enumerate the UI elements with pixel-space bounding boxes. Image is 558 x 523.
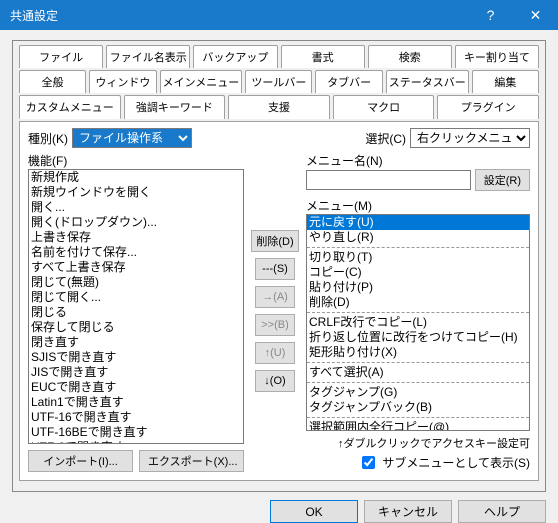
tab-ウィンドウ[interactable]: ウィンドウ bbox=[89, 70, 156, 93]
list-item[interactable]: 閉じて(無題) bbox=[29, 275, 243, 290]
up-button[interactable]: ↑(U) bbox=[255, 342, 295, 364]
tabs-row-2: 全般ウィンドウメインメニューツールバータブバーステータスバー編集 bbox=[19, 70, 539, 93]
list-item[interactable]: タグジャンプバック(B) bbox=[307, 400, 529, 415]
list-item[interactable]: 元に戻す(U) bbox=[307, 215, 529, 230]
list-item[interactable]: 保存して閉じる bbox=[29, 320, 243, 335]
menu-separator[interactable] bbox=[307, 247, 529, 248]
list-item[interactable]: すべて上書き保存 bbox=[29, 260, 243, 275]
help-button[interactable]: ヘルプ bbox=[458, 500, 546, 523]
menu-name-label: メニュー名(N) bbox=[306, 152, 530, 169]
list-item[interactable]: UTF-16で開き直す bbox=[29, 410, 243, 425]
separator-button[interactable]: ---(S) bbox=[255, 258, 295, 280]
select-label: 選択(C) bbox=[365, 130, 406, 147]
list-item[interactable]: 新規作成 bbox=[29, 170, 243, 185]
titlebar: 共通設定 ? ✕ bbox=[0, 0, 558, 30]
dialog-footer: OK キャンセル ヘルプ bbox=[12, 492, 546, 523]
down-button[interactable]: ↓(O) bbox=[255, 370, 295, 392]
list-item[interactable]: すべて選択(A) bbox=[307, 365, 529, 380]
list-item[interactable]: 切り取り(T) bbox=[307, 250, 529, 265]
list-item[interactable]: 新規ウインドウを開く bbox=[29, 185, 243, 200]
tab-書式[interactable]: 書式 bbox=[281, 45, 365, 68]
list-item[interactable]: 閉き直す bbox=[29, 335, 243, 350]
tab-ツールバー[interactable]: ツールバー bbox=[245, 70, 312, 93]
list-item[interactable]: 折り返し位置に改行をつけてコピー(H) bbox=[307, 330, 529, 345]
tabs-row-1: ファイルファイル名表示バックアップ書式検索キー割り当て bbox=[19, 45, 539, 68]
tab-全般[interactable]: 全般 bbox=[19, 70, 86, 93]
list-item[interactable]: 開く(ドロップダウン)... bbox=[29, 215, 243, 230]
list-item[interactable]: 閉じる bbox=[29, 305, 243, 320]
set-button[interactable]: 設定(R) bbox=[475, 169, 530, 191]
list-item[interactable]: 貼り付け(P) bbox=[307, 280, 529, 295]
list-item[interactable]: Latin1で開き直す bbox=[29, 395, 243, 410]
menu-separator[interactable] bbox=[307, 382, 529, 383]
tab-マクロ[interactable]: マクロ bbox=[333, 95, 435, 119]
list-item[interactable]: 選択範囲内全行コピー(@) bbox=[307, 420, 529, 431]
menu-separator[interactable] bbox=[307, 312, 529, 313]
func-label: 機能(F) bbox=[28, 152, 244, 169]
list-item[interactable]: UTF-8で開き直す bbox=[29, 440, 243, 444]
list-item[interactable]: 開く... bbox=[29, 200, 243, 215]
delete-button[interactable]: 削除(D) bbox=[251, 230, 298, 252]
tab-編集[interactable]: 編集 bbox=[472, 70, 539, 93]
list-item[interactable]: SJISで開き直す bbox=[29, 350, 243, 365]
kind-label: 種別(K) bbox=[28, 130, 68, 147]
kind-select[interactable]: ファイル操作系 bbox=[72, 128, 192, 148]
menu-separator[interactable] bbox=[307, 417, 529, 418]
list-item[interactable]: 削除(D) bbox=[307, 295, 529, 310]
list-item[interactable]: やり直し(R) bbox=[307, 230, 529, 245]
import-button[interactable]: インポート(I)... bbox=[28, 450, 133, 472]
tab-panel-custommenu: 種別(K) ファイル操作系 選択(C) 右クリックメニュー 機能(F) 新規作成… bbox=[19, 121, 539, 481]
submenu-checkbox[interactable] bbox=[362, 456, 375, 469]
tab-支援[interactable]: 支援 bbox=[228, 95, 330, 119]
export-button[interactable]: エクスポート(X)... bbox=[139, 450, 244, 472]
list-item[interactable]: UTF-16BEで開き直す bbox=[29, 425, 243, 440]
list-item[interactable]: JISで開き直す bbox=[29, 365, 243, 380]
accesskey-note: ↑ダブルクリックでアクセスキー設定可 bbox=[306, 435, 530, 451]
help-titlebar-button[interactable]: ? bbox=[468, 0, 513, 30]
list-item[interactable]: 上書き保存 bbox=[29, 230, 243, 245]
tab-タブバー[interactable]: タブバー bbox=[315, 70, 382, 93]
ok-button[interactable]: OK bbox=[270, 500, 358, 523]
select-c-select[interactable]: 右クリックメニュー bbox=[410, 128, 530, 148]
tab-バックアップ[interactable]: バックアップ bbox=[193, 45, 277, 68]
dialog-group: ファイルファイル名表示バックアップ書式検索キー割り当て 全般ウィンドウメインメニ… bbox=[12, 40, 546, 492]
tab-カスタムメニュー[interactable]: カスタムメニュー bbox=[19, 95, 121, 119]
tab-ファイル名表示[interactable]: ファイル名表示 bbox=[106, 45, 190, 68]
list-item[interactable]: タグジャンプ(G) bbox=[307, 385, 529, 400]
menu-listbox[interactable]: 元に戻す(U)やり直し(R) 切り取り(T)コピー(C)貼り付け(P)削除(D) C… bbox=[306, 214, 530, 431]
window-title: 共通設定 bbox=[10, 7, 468, 24]
list-item[interactable]: EUCで開き直す bbox=[29, 380, 243, 395]
tab-ファイル[interactable]: ファイル bbox=[19, 45, 103, 68]
to-b-button[interactable]: >>(B) bbox=[255, 314, 295, 336]
close-titlebar-button[interactable]: ✕ bbox=[513, 0, 558, 30]
tab-メインメニュー[interactable]: メインメニュー bbox=[160, 70, 243, 93]
menu-label: メニュー(M) bbox=[306, 197, 530, 214]
tabs-row-3: カスタムメニュー強調キーワード支援マクロプラグイン bbox=[19, 95, 539, 119]
list-item[interactable]: 矩形貼り付け(X) bbox=[307, 345, 529, 360]
submenu-checkbox-label[interactable]: サブメニューとして表示(S) bbox=[382, 454, 530, 471]
tab-ステータスバー[interactable]: ステータスバー bbox=[386, 70, 469, 93]
to-a-button[interactable]: →(A) bbox=[255, 286, 295, 308]
list-item[interactable]: CRLF改行でコピー(L) bbox=[307, 315, 529, 330]
cancel-button[interactable]: キャンセル bbox=[364, 500, 452, 523]
list-item[interactable]: 名前を付けて保存... bbox=[29, 245, 243, 260]
tab-プラグイン[interactable]: プラグイン bbox=[437, 95, 539, 119]
function-listbox[interactable]: 新規作成新規ウインドウを開く開く...開く(ドロップダウン)...上書き保存名前… bbox=[28, 169, 244, 444]
middle-buttons: 削除(D) ---(S) →(A) >>(B) ↑(U) ↓(O) bbox=[250, 152, 300, 472]
content: ファイルファイル名表示バックアップ書式検索キー割り当て 全般ウィンドウメインメニ… bbox=[0, 30, 558, 523]
menu-name-input[interactable] bbox=[306, 170, 471, 190]
tab-強調キーワード[interactable]: 強調キーワード bbox=[124, 95, 226, 119]
menu-separator[interactable] bbox=[307, 362, 529, 363]
list-item[interactable]: コピー(C) bbox=[307, 265, 529, 280]
list-item[interactable]: 閉じて開く... bbox=[29, 290, 243, 305]
tab-キー割り当て[interactable]: キー割り当て bbox=[455, 45, 539, 68]
tab-検索[interactable]: 検索 bbox=[368, 45, 452, 68]
